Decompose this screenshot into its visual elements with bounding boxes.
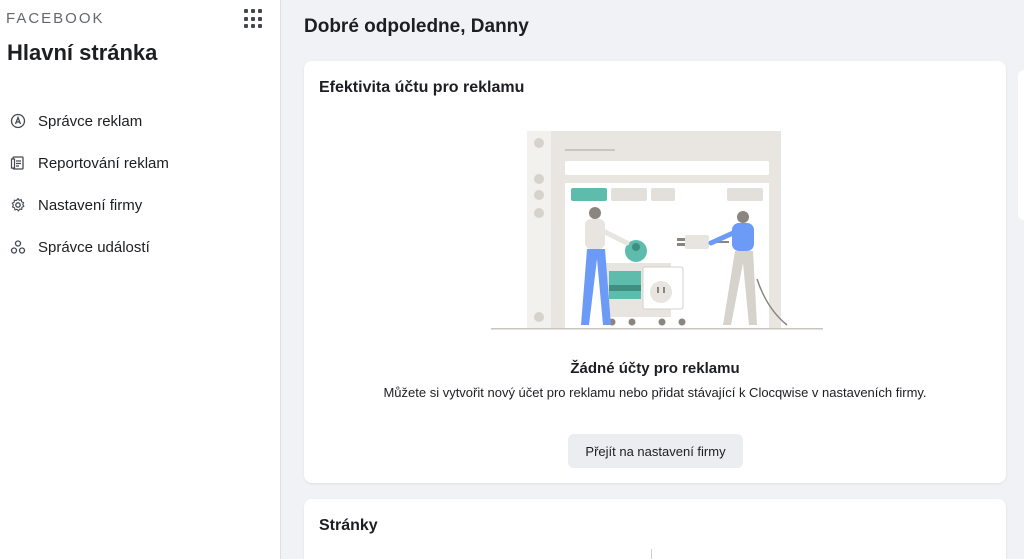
brand-logo: FACEBOOK — [6, 10, 105, 27]
sidebar-item-ads-reporting[interactable]: Reportování reklam — [0, 142, 281, 184]
card-title: Stránky — [319, 517, 378, 534]
sidebar-item-business-settings[interactable]: Nastavení firmy — [0, 184, 281, 226]
gear-icon — [9, 196, 27, 214]
sidebar-item-label: Správce událostí — [38, 238, 150, 256]
sidebar-item-ads-manager[interactable]: Správce reklam — [0, 100, 281, 142]
divider — [651, 549, 652, 559]
greeting-heading: Dobré odpoledne, Danny — [304, 16, 529, 37]
go-to-business-settings-button[interactable]: Přejít na nastavení firmy — [568, 434, 743, 468]
app-root: FACEBOOK Hlavní stránka Správce reklam R… — [0, 0, 1024, 559]
ads-manager-icon — [9, 112, 27, 130]
pages-card: Stránky — [304, 499, 1006, 559]
ad-account-performance-card: Efektivita účtu pro reklamu Žádné účty p… — [304, 61, 1006, 483]
empty-state-title: Žádné účty pro reklamu — [570, 360, 740, 377]
sidebar: FACEBOOK Hlavní stránka Správce reklam R… — [0, 0, 281, 559]
empty-state-description: Můžete si vytvořit nový účet pro reklamu… — [383, 385, 927, 400]
sidebar-title: Hlavní stránka — [7, 40, 158, 65]
sidebar-item-label: Nastavení firmy — [38, 196, 143, 214]
card-title: Efektivita účtu pro reklamu — [319, 79, 525, 96]
sidebar-nav: Správce reklam Reportování reklam Nastav… — [0, 100, 281, 268]
empty-state-illustration — [491, 129, 823, 335]
partial-card-edge — [1018, 70, 1024, 220]
events-manager-icon — [9, 238, 27, 256]
sidebar-item-events-manager[interactable]: Správce událostí — [0, 226, 281, 268]
sidebar-item-label: Správce reklam — [38, 112, 143, 130]
ads-reporting-icon — [9, 154, 27, 172]
app-grid-icon[interactable] — [244, 9, 264, 29]
sidebar-item-label: Reportování reklam — [38, 154, 169, 172]
